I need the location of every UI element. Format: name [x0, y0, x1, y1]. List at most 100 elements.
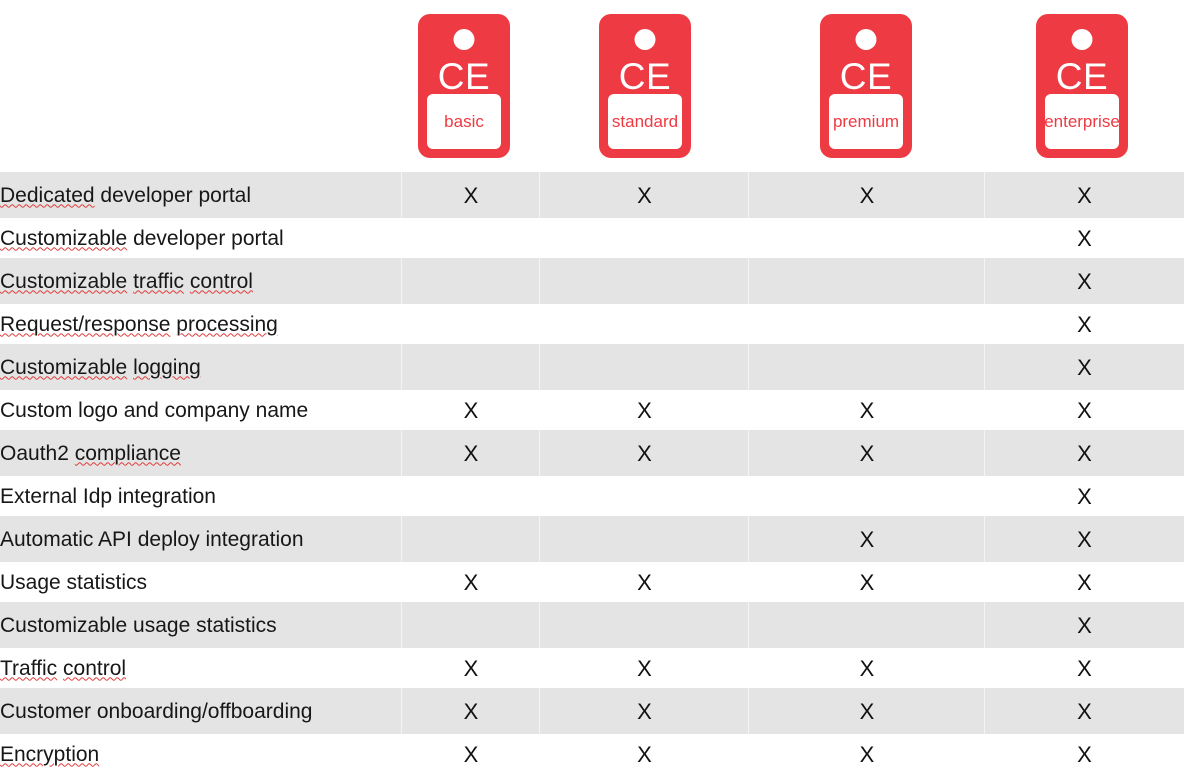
feature-label: Encryption: [0, 734, 402, 774]
cell-mark-enterprise: X: [985, 430, 1184, 476]
cell-premium: [749, 304, 985, 344]
row-padding: [1184, 688, 1200, 734]
cell-mark-premium: X: [749, 734, 985, 774]
row-padding: [1184, 476, 1200, 516]
cell-mark-enterprise: X: [985, 562, 1184, 602]
cell-basic: [402, 218, 540, 258]
tier-tag-enterprise: CE enterprise: [1036, 14, 1128, 158]
feature-label: External Idp integration: [0, 476, 402, 516]
cell-premium: [749, 218, 985, 258]
cell-basic: [402, 258, 540, 304]
tag-ce-text: CE: [437, 56, 491, 97]
tag-plate: premium: [829, 94, 903, 149]
table-row: Customizable traffic control X: [0, 258, 1200, 304]
feature-label: Custom logo and company name: [0, 390, 402, 430]
feature-table-body: Dedicated developer portal X X X X Customizab…: [0, 172, 1200, 774]
feature-label: Dedicated developer portal: [0, 172, 402, 218]
cell-mark-enterprise: X: [985, 648, 1184, 688]
row-padding: [1184, 648, 1200, 688]
feature-label: Customizable logging: [0, 344, 402, 390]
table-row: Customizable developer portal X: [0, 218, 1200, 258]
tag-hole-icon: [453, 29, 475, 50]
cell-mark-standard: X: [540, 430, 749, 476]
table-row: Request/response processing X: [0, 304, 1200, 344]
cell-mark-enterprise: X: [985, 476, 1184, 516]
cell-mark-enterprise: X: [985, 390, 1184, 430]
cell-standard: [540, 516, 749, 562]
row-padding: [1184, 430, 1200, 476]
row-padding: [1184, 562, 1200, 602]
row-padding: [1184, 602, 1200, 648]
row-padding: [1184, 344, 1200, 390]
tag-hole-icon: [634, 29, 656, 50]
cell-standard: [540, 476, 749, 516]
table-row: Encryption X X X X: [0, 734, 1200, 774]
tier-tag-basic: CE basic: [418, 14, 510, 158]
tier-label-standard: standard: [611, 111, 679, 131]
feature-label: Traffic control: [0, 648, 402, 688]
cell-mark-basic: X: [402, 390, 540, 430]
row-padding: [1184, 734, 1200, 774]
tag-ce-text: CE: [618, 56, 672, 97]
cell-mark-enterprise: X: [985, 304, 1184, 344]
cell-basic: [402, 344, 540, 390]
cell-mark-premium: X: [749, 648, 985, 688]
row-padding: [1184, 516, 1200, 562]
tag-plate: standard: [608, 94, 682, 149]
feature-label: Customizable usage statistics: [0, 602, 402, 648]
comparison-table-page: CE basic CE standard CE premium CE enterprise D…: [0, 0, 1200, 779]
cell-mark-premium: X: [749, 516, 985, 562]
table-row: Customer onboarding/offboarding X X X X: [0, 688, 1200, 734]
cell-mark-standard: X: [540, 688, 749, 734]
cell-premium: [749, 476, 985, 516]
cell-mark-basic: X: [402, 734, 540, 774]
cell-mark-enterprise: X: [985, 734, 1184, 774]
row-padding: [1184, 304, 1200, 344]
cell-mark-basic: X: [402, 688, 540, 734]
feature-label: Automatic API deploy integration: [0, 516, 402, 562]
table-row: Customizable usage statistics X: [0, 602, 1200, 648]
cell-mark-standard: X: [540, 734, 749, 774]
cell-premium: [749, 602, 985, 648]
feature-label: Customizable developer portal: [0, 218, 402, 258]
cell-mark-basic: X: [402, 172, 540, 218]
cell-mark-standard: X: [540, 648, 749, 688]
table-row: Usage statistics X X X X: [0, 562, 1200, 602]
cell-mark-basic: X: [402, 648, 540, 688]
cell-mark-standard: X: [540, 562, 749, 602]
cell-mark-enterprise: X: [985, 688, 1184, 734]
table-row: Automatic API deploy integration X X: [0, 516, 1200, 562]
tag-plate: enterprise: [1044, 94, 1120, 149]
tier-header-row: CE basic CE standard CE premium CE enterprise: [0, 0, 1200, 172]
tag-plate: basic: [427, 94, 501, 149]
row-padding: [1184, 218, 1200, 258]
row-padding: [1184, 172, 1200, 218]
row-padding: [1184, 390, 1200, 430]
feature-comparison-table: Dedicated developer portal X X X X Customizab…: [0, 172, 1200, 774]
cell-standard: [540, 258, 749, 304]
cell-mark-premium: X: [749, 688, 985, 734]
feature-label: Oauth2 compliance: [0, 430, 402, 476]
cell-standard: [540, 218, 749, 258]
tag-hole-icon: [1071, 29, 1093, 50]
cell-mark-premium: X: [749, 562, 985, 602]
feature-label: Customizable traffic control: [0, 258, 402, 304]
cell-standard: [540, 344, 749, 390]
tier-label-premium: premium: [832, 111, 900, 131]
cell-mark-standard: X: [540, 172, 749, 218]
table-row: Custom logo and company name X X X X: [0, 390, 1200, 430]
cell-basic: [402, 516, 540, 562]
cell-mark-premium: X: [749, 390, 985, 430]
table-row: Traffic control X X X X: [0, 648, 1200, 688]
cell-basic: [402, 602, 540, 648]
tag-hole-icon: [855, 29, 877, 50]
table-row: Oauth2 compliance X X X X: [0, 430, 1200, 476]
feature-label: Customer onboarding/offboarding: [0, 688, 402, 734]
cell-standard: [540, 602, 749, 648]
cell-basic: [402, 476, 540, 516]
cell-mark-basic: X: [402, 562, 540, 602]
feature-label: Request/response processing: [0, 304, 402, 344]
cell-premium: [749, 258, 985, 304]
cell-mark-premium: X: [749, 430, 985, 476]
tier-label-enterprise: enterprise: [1044, 111, 1120, 131]
